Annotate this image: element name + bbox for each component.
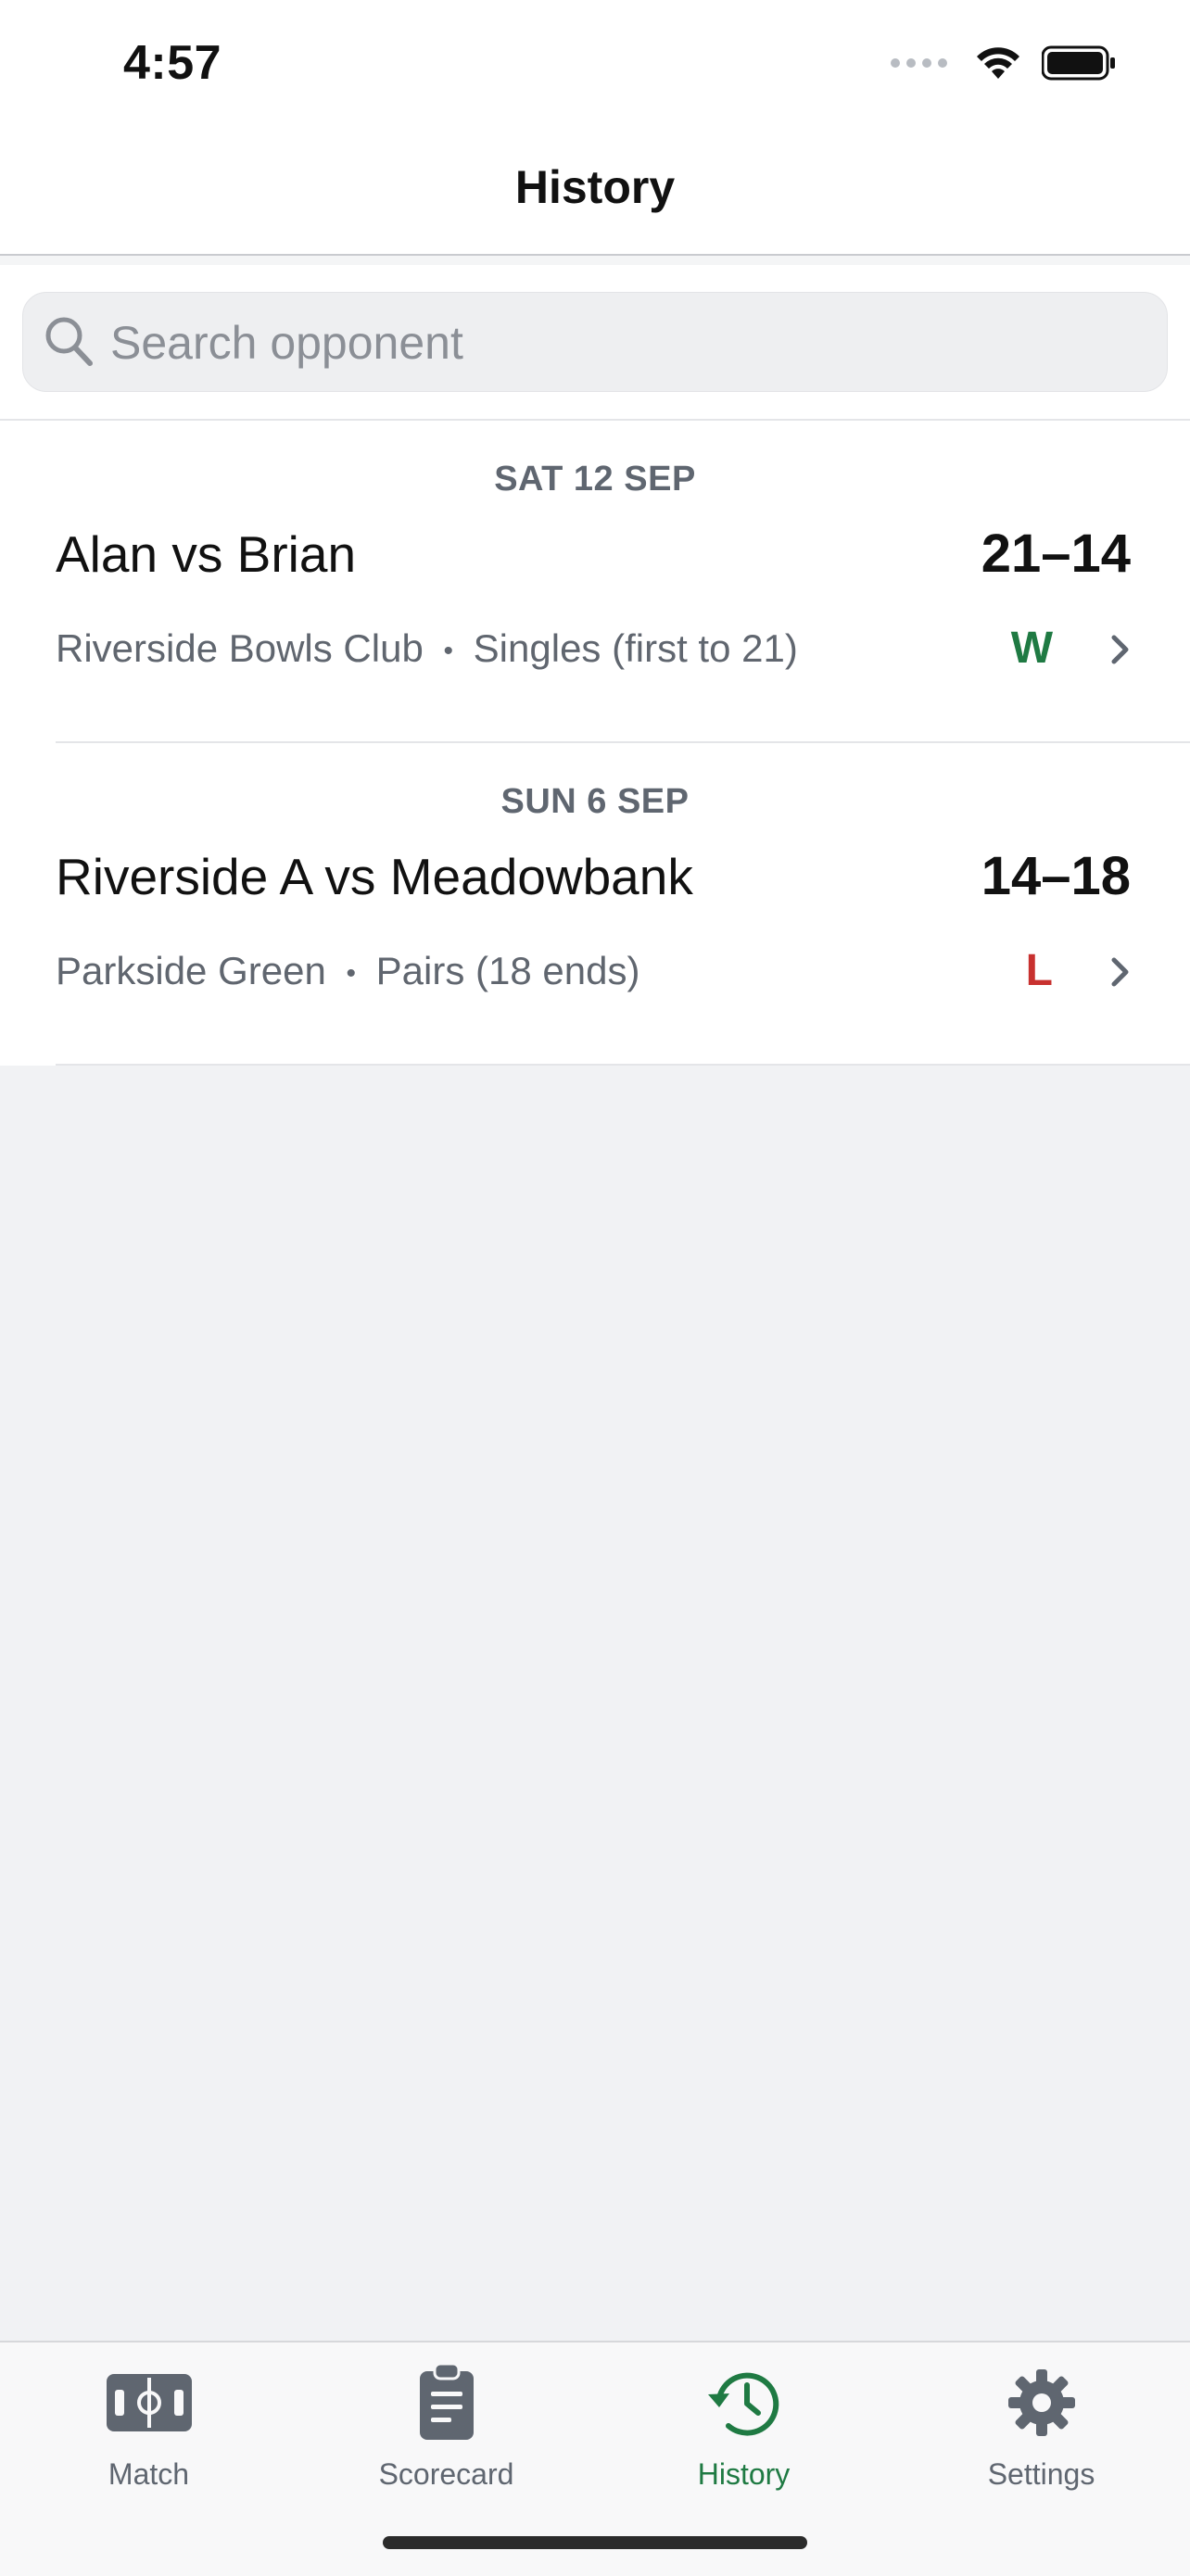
match-row[interactable]: SUN 6 SEP Riverside A vs Meadowbank 14–1… [0, 743, 1190, 1066]
search-field[interactable] [22, 292, 1168, 393]
chevron-right-icon [1111, 635, 1129, 664]
gear-icon [892, 2361, 1190, 2444]
match-details: Parkside Green • Pairs (18 ends) [56, 949, 639, 993]
chevron-right-icon [1111, 957, 1129, 987]
tab-match[interactable]: Match [0, 2342, 298, 2500]
match-result-badge: L [1025, 946, 1053, 995]
search-icon [45, 317, 93, 366]
bowls-green-icon [0, 2361, 298, 2444]
match-venue: Riverside Bowls Club [56, 626, 424, 670]
search-input[interactable] [108, 293, 1132, 393]
status-bar: 4:57 [0, 0, 1190, 130]
match-row[interactable]: SAT 12 SEP Alan vs Brian 21–14 Riverside… [0, 421, 1190, 743]
home-indicator[interactable] [383, 2536, 807, 2549]
match-result-badge: W [1010, 624, 1053, 673]
wifi-icon [977, 47, 1019, 79]
cellular-signal-icon [891, 58, 947, 68]
match-format: Pairs (18 ends) [375, 949, 640, 992]
match-score: 21–14 [981, 524, 1131, 584]
search-bar [0, 265, 1190, 421]
match-venue: Parkside Green [56, 949, 326, 992]
match-format: Singles (first to 21) [473, 626, 798, 670]
match-score: 14–18 [981, 846, 1131, 906]
match-title: Alan vs Brian [56, 525, 357, 583]
history-clock-icon [595, 2361, 892, 2444]
match-date: SUN 6 SEP [500, 782, 690, 821]
match-date: SAT 12 SEP [494, 460, 696, 499]
tab-label: Settings [987, 2457, 1095, 2491]
separator: • [346, 957, 356, 989]
header-divider [0, 256, 1190, 265]
tab-scorecard[interactable]: Scorecard [298, 2342, 595, 2500]
tab-history[interactable]: History [595, 2342, 892, 2500]
match-history-list: SAT 12 SEP Alan vs Brian 21–14 Riverside… [0, 421, 1190, 1066]
status-time: 4:57 [123, 36, 222, 90]
tab-label: History [697, 2457, 791, 2491]
separator: • [443, 635, 453, 666]
tab-settings[interactable]: Settings [892, 2342, 1190, 2500]
match-details: Riverside Bowls Club • Singles (first to… [56, 626, 798, 671]
clipboard-icon [298, 2361, 595, 2444]
status-icons [891, 44, 1116, 82]
page-title: History [514, 161, 676, 213]
tab-label: Scorecard [378, 2457, 514, 2491]
match-title: Riverside A vs Meadowbank [56, 848, 693, 905]
battery-icon [1042, 45, 1115, 81]
row-divider [56, 1064, 1190, 1066]
tab-label: Match [108, 2457, 190, 2491]
navigation-header: History [0, 130, 1190, 256]
